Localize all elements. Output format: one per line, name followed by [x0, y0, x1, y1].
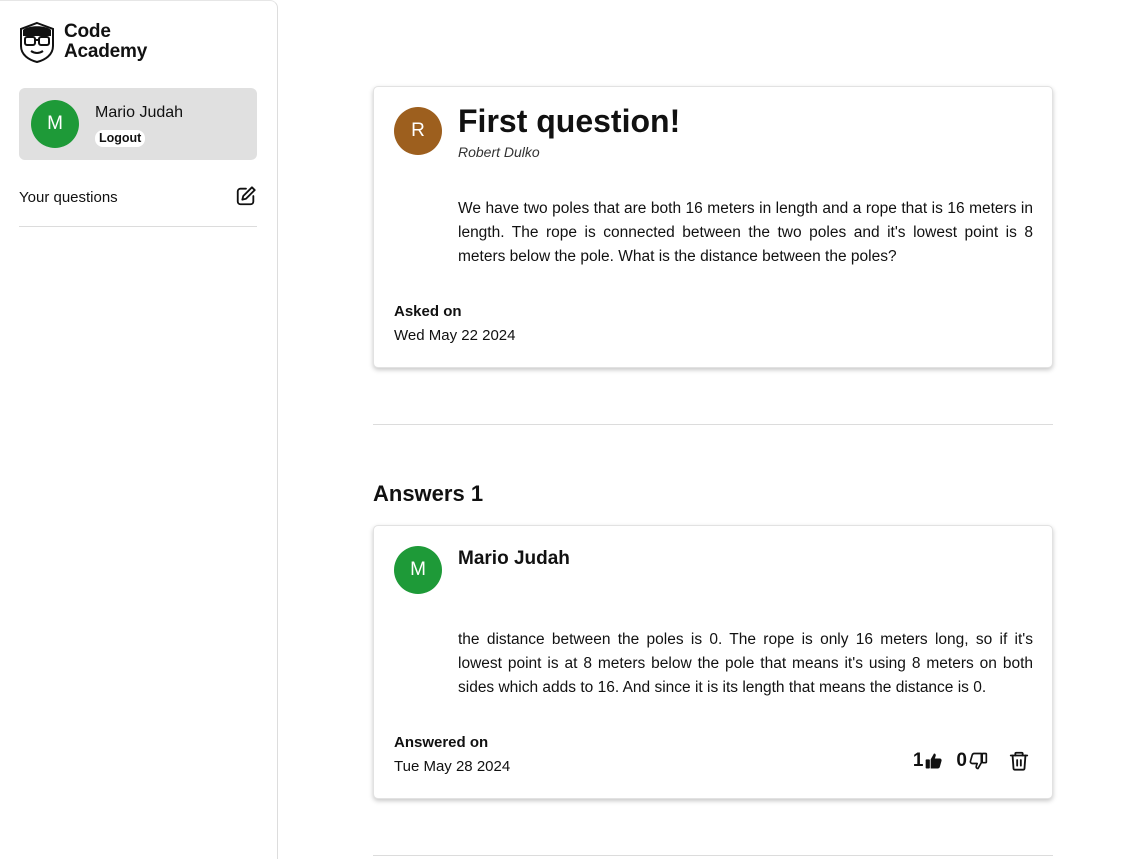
answer-author: Mario Judah: [458, 548, 570, 569]
logout-button[interactable]: Logout: [95, 130, 146, 147]
your-questions-label: Your questions: [19, 189, 118, 206]
divider: [373, 424, 1053, 425]
asked-on-label: Asked on: [394, 303, 462, 320]
code-academy-logo-icon: [20, 21, 54, 63]
upvote-count: 1: [912, 750, 924, 771]
asked-on-date: Wed May 22 2024: [394, 327, 516, 344]
sidebar: Code Academy M Mario Judah Logout Your q…: [0, 0, 278, 859]
divider-bottom: [373, 855, 1053, 856]
logo[interactable]: Code Academy: [18, 21, 147, 63]
answered-on-label: Answered on: [394, 734, 489, 751]
answer-author-avatar: M: [394, 546, 442, 594]
user-card: M Mario Judah Logout: [19, 88, 257, 160]
logo-text: Code Academy: [64, 22, 147, 62]
logo-line-1: Code: [64, 21, 111, 42]
edit-icon[interactable]: [235, 185, 257, 207]
question-card: R First question! Robert Dulko We have t…: [373, 86, 1053, 368]
answers-heading: Answers 1: [373, 481, 484, 506]
answer-body: the distance between the poles is 0. The…: [458, 631, 1033, 696]
question-body: We have two poles that are both 16 meter…: [458, 200, 1033, 265]
trash-icon[interactable]: [1008, 750, 1030, 772]
question-author: Robert Dulko: [458, 144, 540, 160]
downvote-button[interactable]: 0: [956, 750, 988, 772]
downvote-count: 0: [956, 750, 967, 771]
logo-line-2: Academy: [64, 41, 148, 62]
thumbs-up-icon: [926, 753, 943, 769]
question-author-avatar: R: [394, 107, 442, 155]
answer-card: M Mario Judah the distance between the p…: [373, 525, 1053, 799]
answer-actions: 1 0: [913, 750, 1030, 772]
question-title: First question!: [458, 103, 681, 139]
user-avatar: M: [31, 100, 79, 148]
thumbs-down-icon: [969, 752, 988, 770]
sidebar-item-your-questions[interactable]: Your questions: [19, 181, 257, 227]
upvote-button[interactable]: 1: [913, 750, 945, 772]
answered-on-date: Tue May 28 2024: [394, 758, 511, 775]
user-name: Mario Judah: [95, 104, 184, 121]
